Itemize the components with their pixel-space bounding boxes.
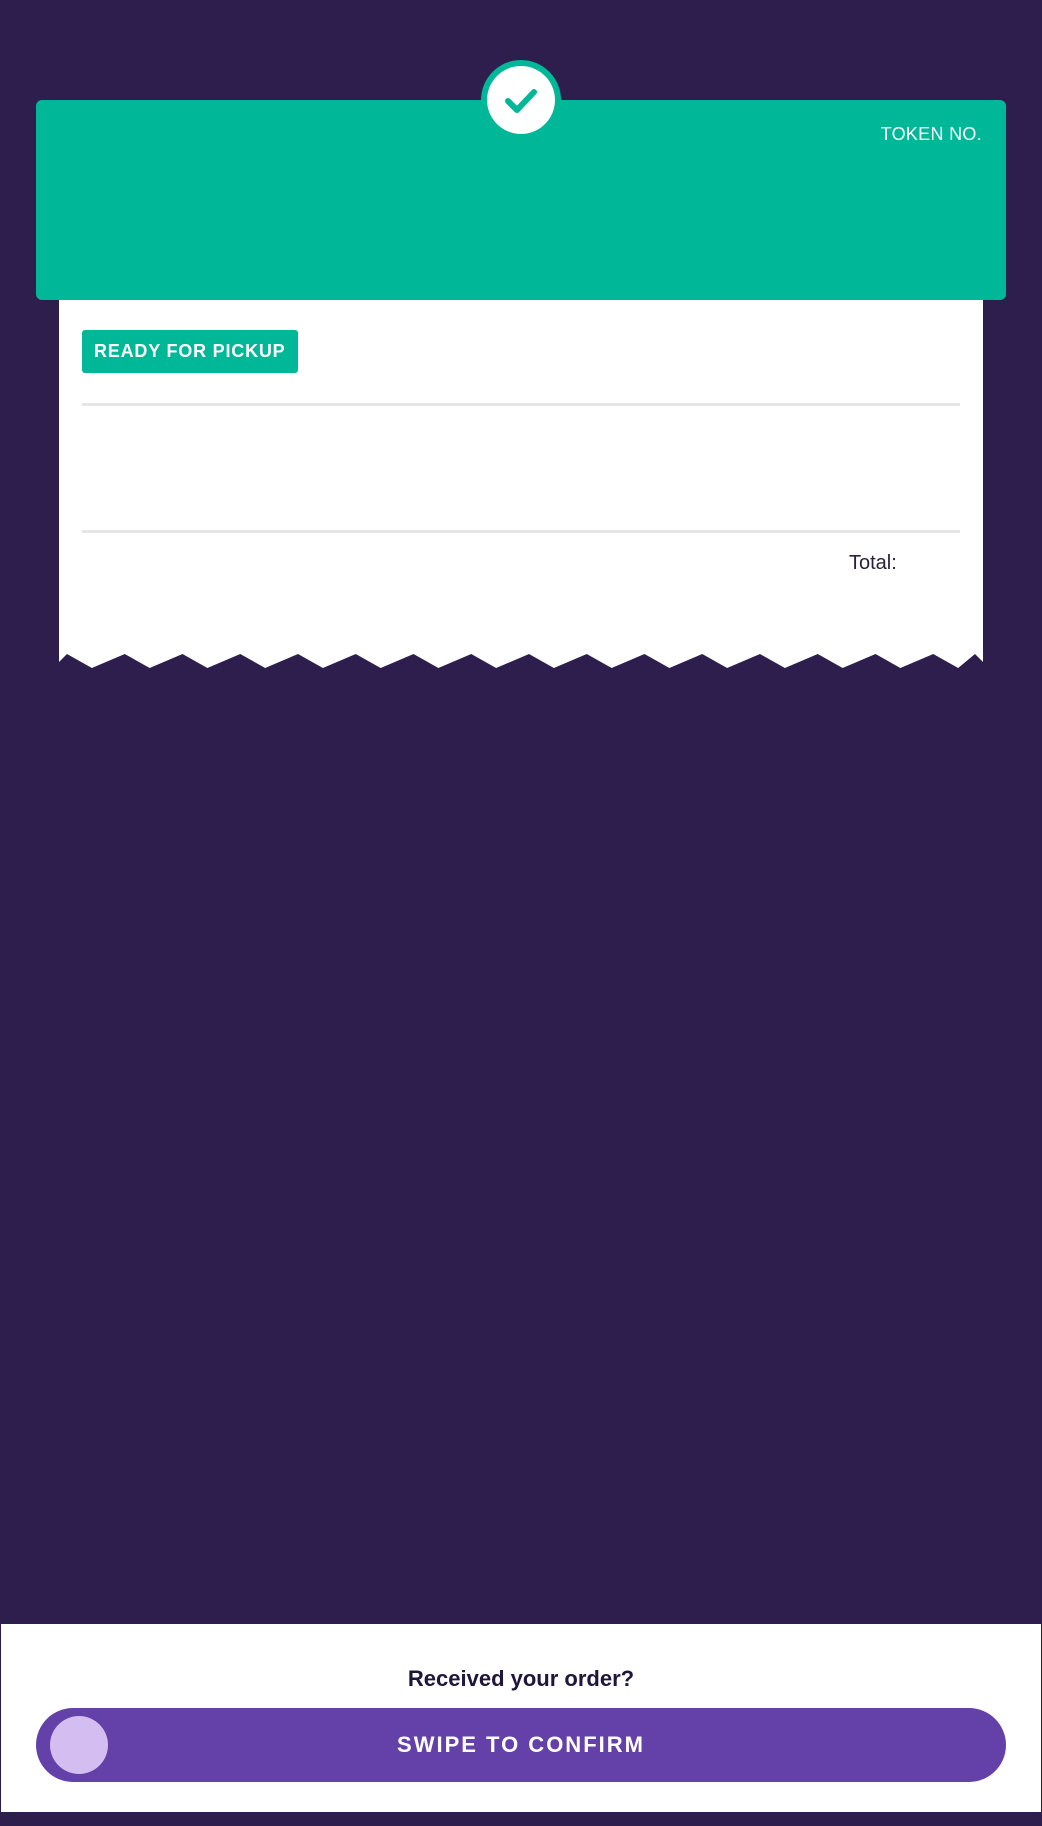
confirm-panel: Received your order? SWIPE TO CONFIRM: [1, 1624, 1041, 1812]
order-status-screen: TOKEN NO. READY FOR PICKUP Total: Receiv…: [0, 0, 1042, 1826]
swipe-label: SWIPE TO CONFIRM: [397, 1732, 645, 1757]
divider: [82, 403, 960, 406]
order-receipt: READY FOR PICKUP Total:: [59, 300, 983, 654]
receipt-torn-edge: [59, 648, 983, 668]
total-label: Total:: [849, 552, 897, 574]
swipe-handle[interactable]: [50, 1716, 108, 1774]
check-icon: [487, 66, 555, 134]
order-items-list: [82, 410, 960, 526]
swipe-to-confirm-slider[interactable]: SWIPE TO CONFIRM: [36, 1708, 1006, 1782]
status-check-badge: [481, 60, 561, 140]
confirm-question: Received your order?: [407, 1666, 635, 1691]
divider: [82, 530, 960, 533]
status-badge: READY FOR PICKUP: [82, 330, 298, 373]
token-label: TOKEN NO.: [880, 124, 982, 144]
